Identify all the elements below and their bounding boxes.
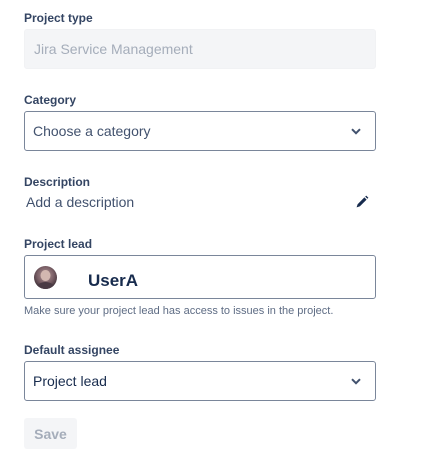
avatar bbox=[34, 266, 57, 289]
project-lead-helper-text: Make sure your project lead has access t… bbox=[24, 305, 334, 317]
default-assignee-select[interactable]: Project lead bbox=[24, 361, 376, 401]
save-button[interactable]: Save bbox=[24, 418, 77, 449]
project-type-value: Jira Service Management bbox=[34, 41, 193, 57]
project-details-form: Project type Jira Service Management Cat… bbox=[0, 0, 421, 459]
description-label: Description bbox=[24, 175, 91, 189]
chevron-down-icon bbox=[345, 362, 367, 400]
pencil-icon[interactable] bbox=[355, 195, 369, 209]
project-type-label: Project type bbox=[24, 11, 93, 25]
chevron-down-icon bbox=[345, 112, 367, 150]
category-placeholder: Choose a category bbox=[33, 123, 151, 139]
project-lead-label: Project lead bbox=[24, 237, 93, 251]
default-assignee-label: Default assignee bbox=[24, 343, 120, 357]
project-lead-picker[interactable]: UserA bbox=[24, 255, 376, 299]
description-text[interactable]: Add a description bbox=[26, 194, 134, 210]
project-type-field: Jira Service Management bbox=[24, 29, 376, 69]
default-assignee-value: Project lead bbox=[33, 373, 107, 389]
project-lead-name: UserA bbox=[88, 271, 139, 290]
category-label: Category bbox=[24, 93, 77, 107]
category-select[interactable]: Choose a category bbox=[24, 111, 376, 151]
